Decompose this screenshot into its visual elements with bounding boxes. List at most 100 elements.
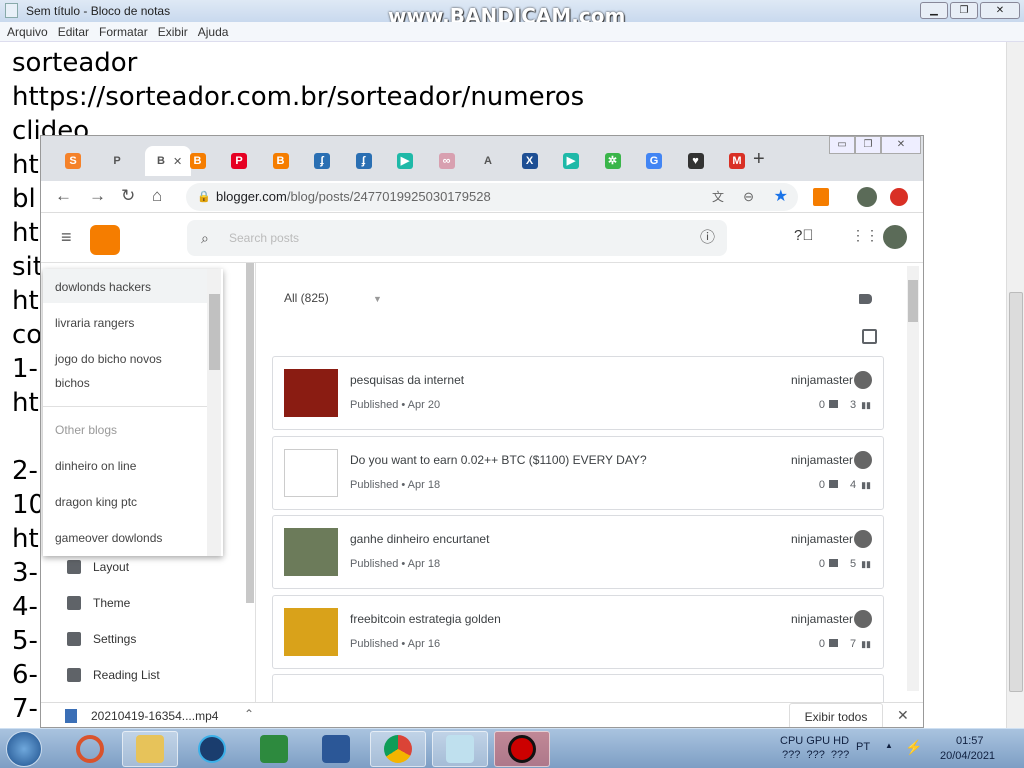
- tab[interactable]: P: [101, 146, 141, 176]
- tab[interactable]: A: [472, 146, 512, 176]
- blog-option[interactable]: dowlonds hackers: [55, 280, 151, 294]
- taskbar-explorer[interactable]: [122, 731, 178, 767]
- post-row[interactable]: Do you want to earn 0.02++ BTC ($1100) E…: [272, 435, 884, 510]
- label-icon[interactable]: [859, 294, 872, 304]
- comment-count: 0: [818, 399, 825, 411]
- address-bar[interactable]: 🔒 blogger.com/blog/posts/247701992503017…: [186, 183, 798, 211]
- maximize-button[interactable]: ❐: [950, 2, 978, 19]
- tab-favicon: ✲: [604, 153, 621, 169]
- stats-icon: ▮▮: [861, 479, 871, 490]
- taskbar-ccleaner[interactable]: [184, 731, 240, 767]
- select-all-checkbox[interactable]: [862, 329, 877, 344]
- chrome-minimize-button[interactable]: ▭: [829, 136, 855, 154]
- tab[interactable]: B: [265, 146, 305, 176]
- blog-option[interactable]: jogo do bicho novos: [55, 352, 162, 366]
- sidebar-item-reading-list[interactable]: Reading List: [67, 668, 160, 682]
- menu-ajuda[interactable]: Ajuda: [198, 25, 229, 39]
- tab[interactable]: S: [57, 146, 97, 176]
- other-blog-option[interactable]: gameover dowlonds: [55, 531, 162, 545]
- download-filename[interactable]: 20210419-16354....mp4: [91, 709, 218, 723]
- blogger-logo[interactable]: [90, 225, 120, 255]
- forward-icon[interactable]: →: [89, 186, 106, 206]
- chrome-restore-button[interactable]: ❐: [855, 136, 881, 154]
- comment-count: 0: [818, 637, 825, 650]
- other-blog-option[interactable]: dragon king ptc: [55, 495, 137, 509]
- other-blog-option[interactable]: dinheiro on line: [55, 459, 136, 473]
- star-icon[interactable]: ★: [774, 183, 788, 211]
- sidebar-item-layout[interactable]: Layout: [67, 560, 129, 574]
- taskbar-notepad[interactable]: [432, 731, 488, 767]
- new-tab-button[interactable]: +: [753, 148, 765, 171]
- language-indicator[interactable]: PT: [856, 741, 870, 753]
- tab[interactable]: ∞: [431, 146, 471, 176]
- notepad-icon: [5, 3, 18, 18]
- search-input[interactable]: ⌕ Search posts ⓘ: [187, 220, 727, 256]
- tab[interactable]: ♥: [680, 146, 720, 176]
- tab[interactable]: P: [223, 146, 263, 176]
- tab[interactable]: ʄ: [306, 146, 346, 176]
- taskbar-word[interactable]: [308, 731, 364, 767]
- post-title[interactable]: ganhe dinheiro encurtanet: [350, 532, 489, 546]
- scrollbar-thumb[interactable]: [1009, 292, 1023, 692]
- sidebar-item-settings[interactable]: Settings: [67, 632, 136, 646]
- help-icon[interactable]: ?⃝: [794, 227, 814, 244]
- show-hidden-icons[interactable]: ▲: [885, 741, 893, 750]
- menu-icon[interactable]: ≡: [61, 227, 72, 248]
- chevron-up-icon[interactable]: ⌃: [244, 707, 254, 721]
- update-icon[interactable]: [890, 188, 908, 206]
- back-icon[interactable]: ←: [55, 186, 72, 206]
- close-download-bar-icon[interactable]: ✕: [897, 707, 909, 724]
- post-thumbnail: [284, 528, 338, 576]
- dropdown-scrollbar[interactable]: [207, 269, 221, 556]
- stats-icon: ▮▮: [861, 638, 871, 649]
- taskbar-bandicam[interactable]: [494, 731, 550, 767]
- tab[interactable]: G: [638, 146, 678, 176]
- clock-date[interactable]: 20/04/2021: [940, 750, 995, 762]
- filter-select[interactable]: All (825): [284, 291, 329, 305]
- taskbar-excel[interactable]: [246, 731, 302, 767]
- account-avatar[interactable]: [883, 225, 907, 249]
- tab[interactable]: ✲: [597, 146, 637, 176]
- close-button[interactable]: ✕: [980, 2, 1020, 19]
- info-icon[interactable]: ⓘ: [700, 220, 715, 256]
- network-icon[interactable]: ⚡: [905, 739, 922, 756]
- post-title[interactable]: Do you want to earn 0.02++ BTC ($1100) E…: [350, 453, 647, 467]
- tab[interactable]: B: [182, 146, 222, 176]
- menu-editar[interactable]: Editar: [58, 25, 89, 39]
- notepad-scrollbar[interactable]: [1006, 42, 1024, 728]
- post-title[interactable]: pesquisas da internet: [350, 373, 464, 387]
- chrome-close-button[interactable]: ✕: [881, 136, 921, 154]
- tab[interactable]: ʄ: [348, 146, 388, 176]
- view-count: 7: [849, 637, 857, 650]
- tab[interactable]: ▶: [555, 146, 595, 176]
- home-icon[interactable]: ⌂: [152, 186, 162, 206]
- chevron-down-icon[interactable]: ▼: [373, 294, 382, 304]
- taskbar-app-1[interactable]: [62, 731, 118, 767]
- sidebar-item-theme[interactable]: Theme: [67, 596, 130, 610]
- translate-icon[interactable]: 文: [712, 183, 724, 211]
- profile-avatar[interactable]: [857, 187, 877, 207]
- post-row[interactable]: ganhe dinheiro encurtanet Published • Apr…: [272, 515, 884, 589]
- blog-option[interactable]: livraria rangers: [55, 316, 134, 330]
- zoom-icon[interactable]: ⊖: [743, 183, 754, 211]
- post-title[interactable]: freebitcoin estrategia golden: [350, 612, 501, 626]
- menu-arquivo[interactable]: Arquivo: [7, 25, 48, 39]
- extension-shopping-icon[interactable]: [813, 188, 829, 206]
- sidebar-scrollbar[interactable]: [246, 263, 254, 603]
- apps-grid-icon[interactable]: ⋮⋮: [851, 227, 879, 244]
- menu-formatar[interactable]: Formatar: [99, 25, 148, 39]
- posts-scrollbar[interactable]: [907, 266, 919, 691]
- clock-time[interactable]: 01:57: [956, 735, 984, 747]
- tab[interactable]: X: [514, 146, 554, 176]
- taskbar-chrome[interactable]: [370, 731, 426, 767]
- tab[interactable]: ▶: [389, 146, 429, 176]
- hw-monitor-values: ??? ??? ???: [782, 749, 850, 761]
- post-row[interactable]: pesquisas da internet Published • Apr 20 n…: [272, 356, 884, 430]
- menu-exibir[interactable]: Exibir: [158, 25, 188, 39]
- minimize-button[interactable]: ▁: [920, 2, 948, 19]
- blog-option[interactable]: bichos: [55, 376, 90, 390]
- show-all-button[interactable]: Exibir todos: [789, 703, 883, 727]
- post-row[interactable]: freebitcoin estrategia golden Published •…: [272, 594, 884, 669]
- start-button[interactable]: [6, 731, 42, 767]
- reload-icon[interactable]: ↻: [121, 186, 135, 206]
